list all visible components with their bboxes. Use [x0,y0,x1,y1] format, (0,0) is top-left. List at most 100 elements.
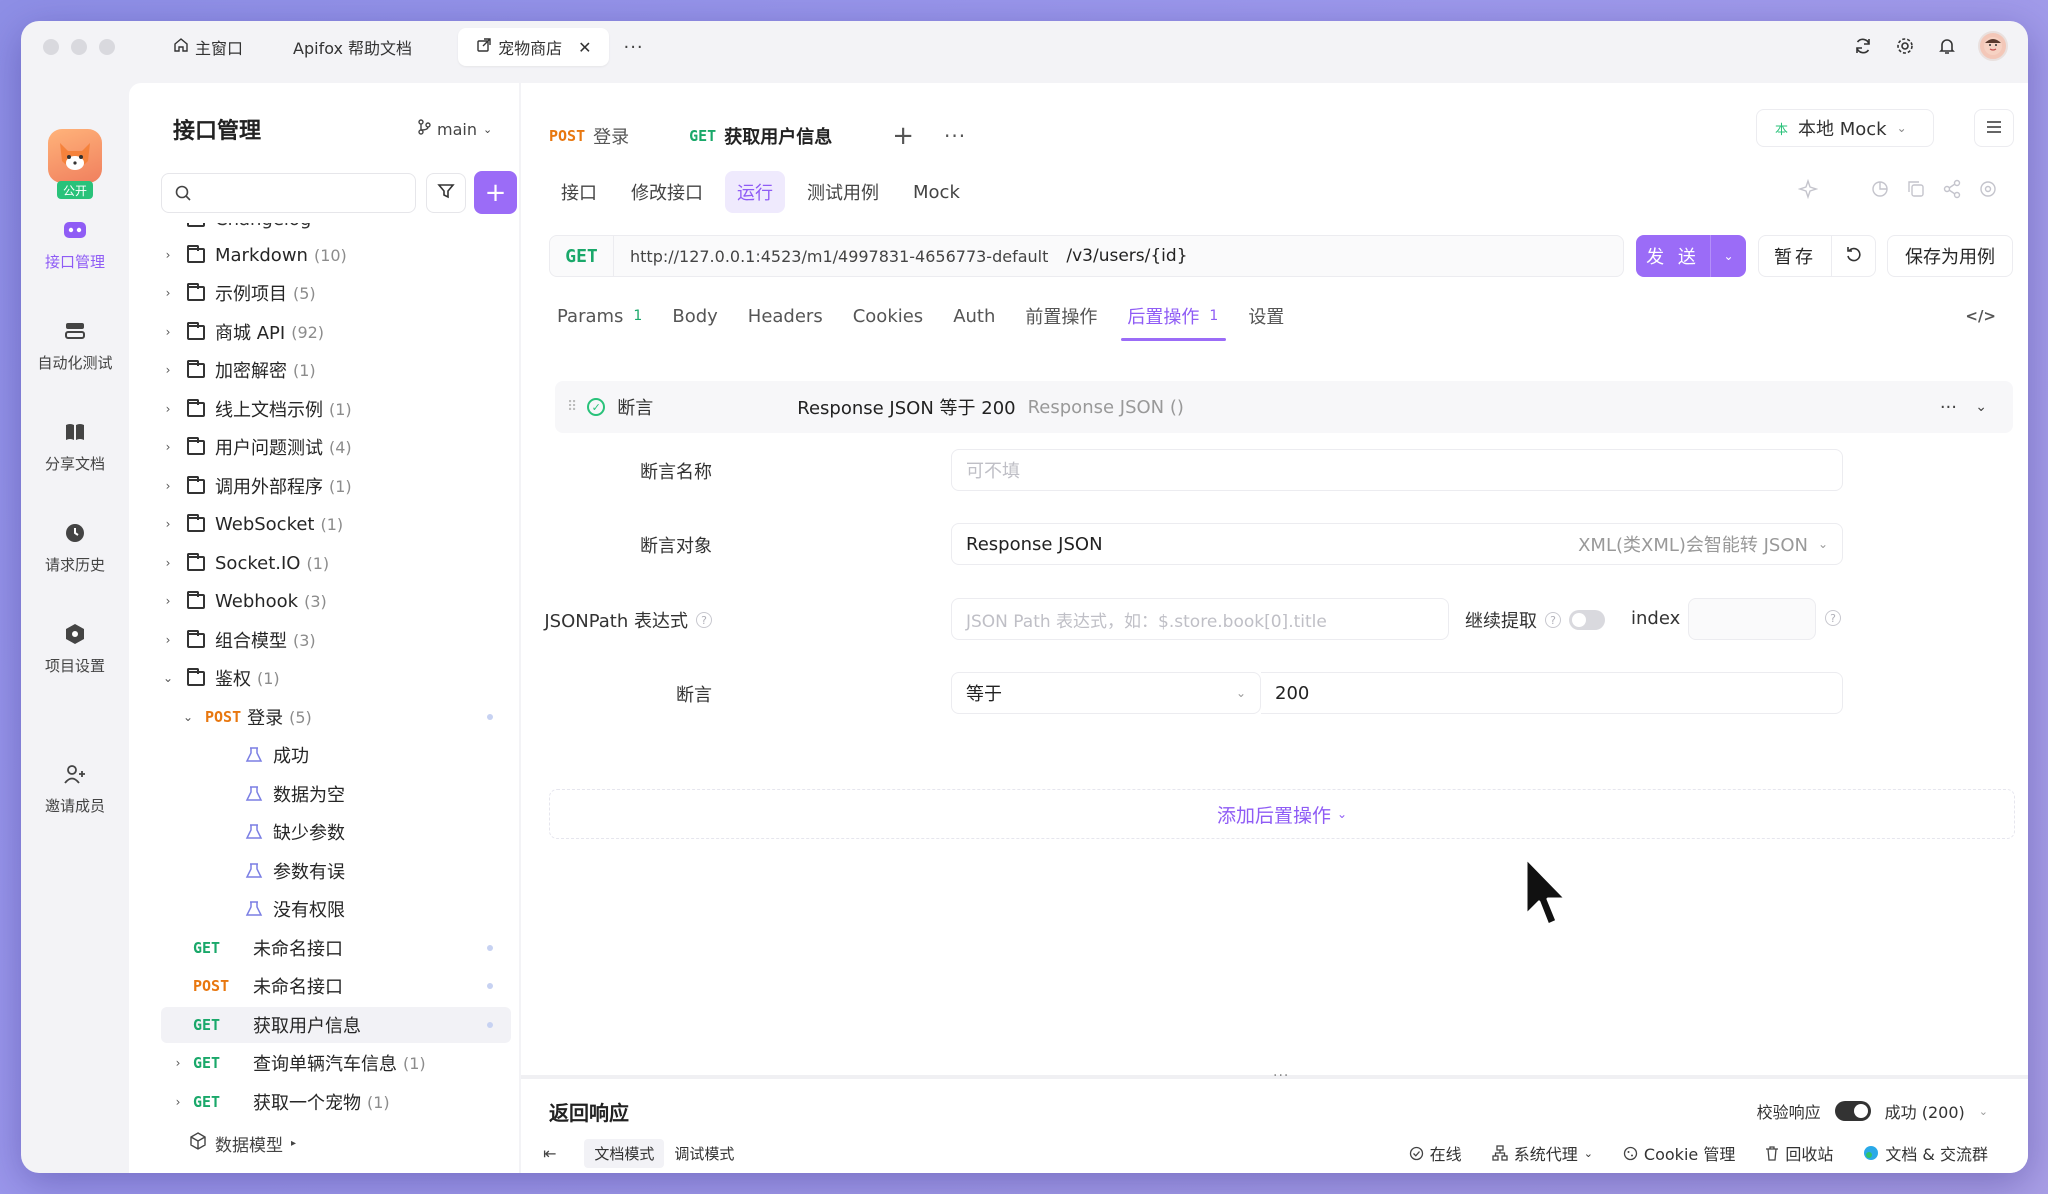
help-icon[interactable]: ? [696,612,712,628]
settings-icon[interactable] [1978,179,1998,203]
window-tab-petstore[interactable]: 宠物商店 ✕ [458,28,610,66]
chevron-right-icon[interactable]: › [171,1056,185,1070]
chart-pie-icon[interactable] [1870,179,1890,203]
tab-pre-actions[interactable]: 前置操作 [1025,295,1097,337]
tree-endpoint[interactable]: POST 未命名接口 [161,968,511,1004]
help-icon[interactable]: ? [1545,612,1561,628]
new-tab-plus-icon[interactable]: + [892,121,914,151]
copy-icon[interactable] [1906,179,1926,203]
send-button[interactable]: 发 送 ⌄ [1636,235,1746,277]
tab-mock[interactable]: Mock [901,174,972,211]
tree-endpoint[interactable]: GET 未命名接口 [161,930,511,966]
tab-api[interactable]: 接口 [549,171,609,213]
request-tab-login[interactable]: POST 登录 [549,123,629,149]
index-input[interactable] [1688,598,1816,640]
tree-folder[interactable]: › 示例项目 (5) [161,275,511,311]
chevron-right-icon[interactable]: › [161,248,175,262]
chevron-right-icon[interactable]: › [161,286,175,300]
tree-folder[interactable]: › 调用外部程序 (1) [161,468,511,504]
chevron-right-icon[interactable]: › [161,402,175,416]
tree-folder[interactable]: › 商城 API (92) [161,314,511,350]
assert-value-input[interactable]: 200 [1261,672,1843,714]
window-tab-main[interactable]: 主窗口 [155,28,261,66]
url-path[interactable]: /v3/users/{id} [1066,246,1187,266]
tree-folder[interactable]: › 加密解密 (1) [161,352,511,388]
tree-folder[interactable]: › Markdown (10) [161,237,511,273]
chevron-right-icon[interactable]: › [161,325,175,339]
response-status-select[interactable]: 成功 (200) [1885,1099,1965,1123]
rail-item-history[interactable]: 请求历史 [21,520,129,575]
project-logo[interactable] [48,129,102,183]
chevron-right-icon[interactable]: › [161,440,175,454]
cookie-manager-button[interactable]: Cookie 管理 [1623,1141,1735,1165]
reset-button[interactable] [1832,235,1876,277]
chevron-right-icon[interactable]: › [161,633,175,647]
tree-folder[interactable]: › 用户问题测试 (4) [161,429,511,465]
tree-folder-changelog[interactable]: Changelog [161,223,511,237]
tree-case[interactable]: 成功 [161,737,511,773]
tree-case[interactable]: 数据为空 [161,776,511,812]
tree-folder-auth[interactable]: ⌄ 鉴权 (1) [161,660,511,696]
jsonpath-input[interactable]: JSON Path 表达式，如：$.store.book[0].title [951,598,1449,640]
tab-auth[interactable]: Auth [953,295,995,337]
chevron-right-icon[interactable]: › [161,517,175,531]
more-icon[interactable]: ··· [1940,397,1957,418]
add-post-action-button[interactable]: 添加后置操作 ⌄ [549,789,2015,839]
close-window-button[interactable] [43,39,59,55]
chevron-down-icon[interactable]: ⌄ [181,710,195,724]
docs-community-button[interactable]: 文档 & 交流群 [1863,1141,1988,1165]
request-tab-get-user[interactable]: GET 获取用户信息 [689,123,832,149]
tab-test-cases[interactable]: 测试用例 [795,171,891,213]
share-icon[interactable] [1942,179,1962,203]
tree-case[interactable]: 参数有误 [161,853,511,889]
rail-item-automation[interactable]: 自动化测试 [21,318,129,373]
tree-endpoint-login[interactable]: ⌄ POST 登录 (5) [161,699,511,735]
filter-button[interactable] [426,173,466,213]
drag-handle-icon[interactable]: ⠿ [567,399,577,415]
send-options-chevron-icon[interactable]: ⌄ [1710,235,1746,277]
chevron-right-icon[interactable]: › [161,556,175,570]
tab-settings[interactable]: 设置 [1248,295,1284,337]
minimize-window-button[interactable] [71,39,87,55]
online-status[interactable]: 在线 [1409,1141,1462,1165]
more-icon[interactable]: ··· [944,124,966,148]
assertion-card-header[interactable]: ⠿ ✓ 断言 Response JSON 等于 200 Response JSO… [555,381,2013,433]
rail-item-invite-members[interactable]: 邀请成员 [21,761,129,816]
method-selector[interactable]: GET [550,236,614,276]
assertion-name-input[interactable]: 可不填 [951,449,1843,491]
assertion-target-select[interactable]: Response JSON XML(类XML)会智能转 JSON ⌄ [951,523,1843,565]
validate-response-toggle[interactable] [1834,1101,1871,1121]
collapse-sidebar-icon[interactable]: ⇤ [543,1144,556,1163]
tree-endpoint[interactable]: › GET 查询单辆汽车信息 (1) [161,1045,511,1081]
environment-selector[interactable]: 本 本地 Mock ⌄ [1756,109,1934,147]
tree-folder[interactable]: › Socket.IO (1) [161,545,511,581]
tree-folder[interactable]: › Webhook (3) [161,583,511,619]
continue-extract-toggle[interactable] [1569,610,1605,630]
rail-item-api-management[interactable]: 接口管理 [21,217,129,272]
branch-selector[interactable]: main ⌄ [417,119,492,139]
save-draft-button[interactable]: 暂存 [1758,235,1832,277]
save-as-case-button[interactable]: 保存为用例 [1887,235,2013,277]
tab-run[interactable]: 运行 [725,171,785,213]
tree-folder[interactable]: › WebSocket (1) [161,506,511,542]
chevron-right-icon[interactable]: › [161,479,175,493]
assert-operator-select[interactable]: 等于 ⌄ [951,672,1261,714]
window-tab-help[interactable]: Apifox 帮助文档 [275,28,430,66]
chevron-down-icon[interactable]: ⌄ [1975,399,1987,415]
tree-endpoint[interactable]: › GET 获取一个宠物 (1) [161,1084,511,1120]
tab-params[interactable]: Params 1 [557,295,642,337]
system-proxy-select[interactable]: 系统代理 ⌄ [1492,1141,1593,1165]
tree-folder[interactable]: › 组合模型 (3) [161,622,511,658]
tab-headers[interactable]: Headers [748,295,823,337]
rail-item-project-settings[interactable]: 项目设置 [21,621,129,676]
sparkle-icon[interactable] [1797,178,1819,203]
zoom-window-button[interactable] [99,39,115,55]
refresh-icon[interactable] [1852,35,1874,57]
tab-body[interactable]: Body [672,295,717,337]
tab-post-actions[interactable]: 后置操作 1 [1121,295,1227,341]
rail-item-share-docs[interactable]: 分享文档 [21,419,129,474]
chevron-down-icon[interactable]: ⌄ [161,671,175,685]
add-button[interactable]: + [474,171,517,214]
debug-mode-button[interactable]: 调试模式 [664,1139,744,1168]
code-icon[interactable]: </> [1965,307,1996,325]
